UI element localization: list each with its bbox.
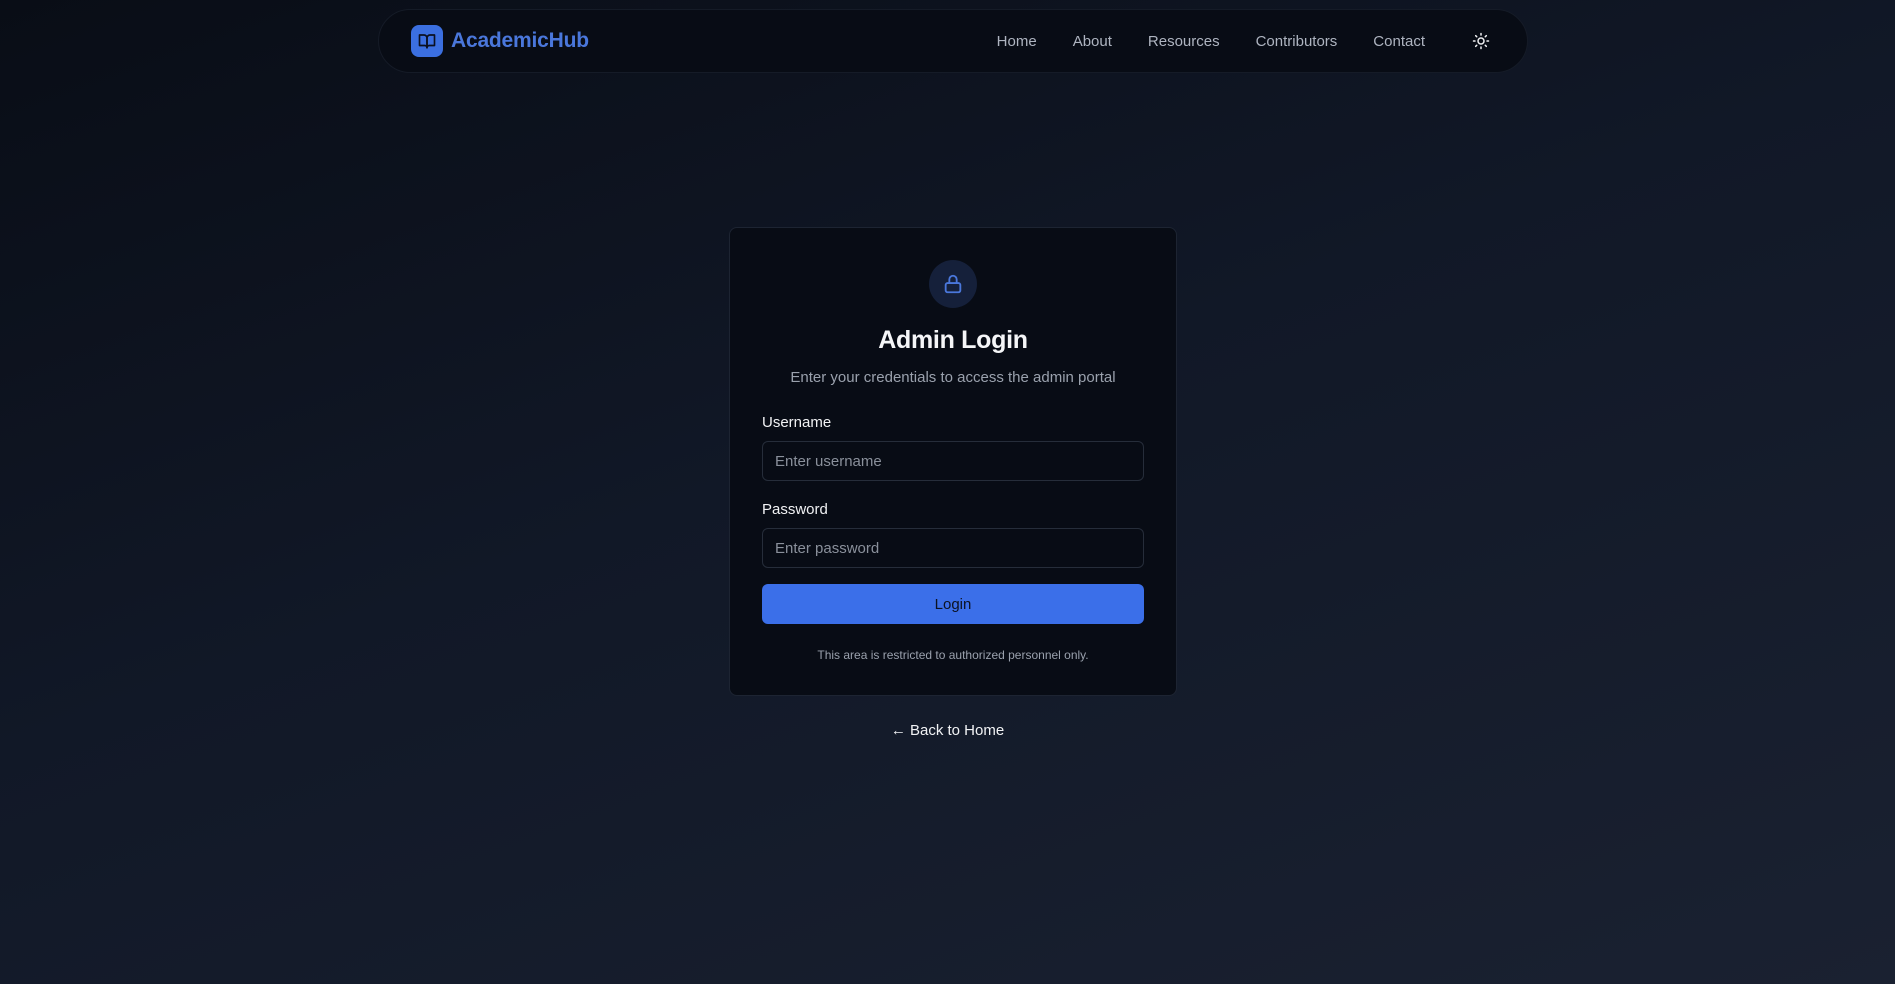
nav-link-resources[interactable]: Resources — [1148, 33, 1220, 50]
login-button[interactable]: Login — [762, 584, 1144, 624]
nav-link-contact[interactable]: Contact — [1373, 33, 1425, 50]
nav-link-contributors[interactable]: Contributors — [1256, 33, 1338, 50]
top-navbar: AcademicHub Home About Resources Contrib… — [378, 9, 1528, 73]
page-subtitle: Enter your credentials to access the adm… — [790, 369, 1116, 386]
theme-toggle-button[interactable] — [1467, 27, 1495, 55]
username-label: Username — [762, 414, 832, 431]
sun-icon — [1472, 32, 1490, 50]
back-to-home-link[interactable]: ← Back to Home — [891, 722, 1004, 739]
book-open-icon — [411, 25, 443, 57]
brand-name: AcademicHub — [451, 29, 589, 52]
brand[interactable]: AcademicHub — [411, 25, 589, 57]
username-input[interactable] — [762, 441, 1144, 481]
password-label: Password — [762, 501, 828, 518]
nav-links: Home About Resources Contributors Contac… — [997, 33, 1425, 50]
nav-link-home[interactable]: Home — [997, 33, 1037, 50]
password-input[interactable] — [762, 528, 1144, 568]
login-card: Admin Login Enter your credentials to ac… — [729, 227, 1177, 696]
lock-icon — [944, 274, 962, 294]
lock-icon-badge — [929, 260, 977, 308]
back-link-row: ← Back to Home — [0, 722, 1895, 739]
nav-link-about[interactable]: About — [1073, 33, 1112, 50]
page-title: Admin Login — [878, 326, 1028, 354]
restricted-notice: This area is restricted to authorized pe… — [817, 648, 1089, 662]
